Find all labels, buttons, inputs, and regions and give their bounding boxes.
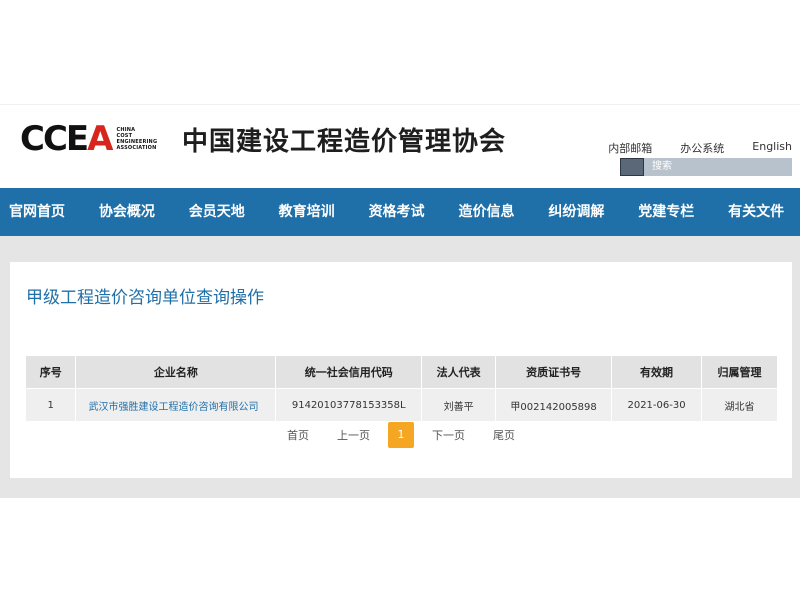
search-button[interactable] <box>620 158 644 176</box>
cell-index: 1 <box>26 388 77 421</box>
logo-mark: CCE A <box>20 119 113 159</box>
search-bar: 搜索 <box>620 158 792 176</box>
site-header: CCE A CHINA COST ENGINEERING ASSOCIATION … <box>0 104 800 189</box>
pager-prev[interactable]: 上一页 <box>337 427 370 443</box>
cell-valid-until: 2021-06-30 <box>611 388 702 421</box>
cell-credit-code: 91420103778153358L <box>275 388 423 421</box>
col-header-company: 企业名称 <box>75 356 277 389</box>
nav-item-members[interactable]: 会员天地 <box>180 188 261 236</box>
table-row: 1 武汉市强胜建设工程造价咨询有限公司 91420103778153358L 刘… <box>26 388 778 421</box>
search-input[interactable]: 搜索 <box>644 158 792 176</box>
logo-mark-text: CCE <box>20 119 89 159</box>
link-internal-mail[interactable]: 内部邮箱 <box>608 140 652 156</box>
link-english[interactable]: English <box>752 140 792 156</box>
col-header-cert-no: 资质证书号 <box>495 356 613 389</box>
nav-item-education[interactable]: 教育培训 <box>270 188 351 236</box>
nav-item-cost-info[interactable]: 造价信息 <box>449 188 530 236</box>
col-header-credit-code: 统一社会信用代码 <box>275 356 423 389</box>
pager-first[interactable]: 首页 <box>287 427 309 443</box>
pagination: 首页 上一页 1 下一页 尾页 <box>10 422 792 448</box>
company-link[interactable]: 武汉市强胜建设工程造价咨询有限公司 <box>75 388 277 421</box>
table-header-row: 序号 企业名称 统一社会信用代码 法人代表 资质证书号 有效期 归属管理 <box>26 356 778 389</box>
link-office-system[interactable]: 办公系统 <box>680 140 724 156</box>
col-header-valid-until: 有效期 <box>611 356 702 389</box>
logo-sub-line: ASSOCIATION <box>116 145 157 151</box>
site-title: 中国建设工程造价管理协会 <box>182 127 507 157</box>
nav-item-about[interactable]: 协会概况 <box>90 188 171 236</box>
content-card: 甲级工程造价咨询单位查询操作 序号 企业名称 统一社会信用代码 法人代表 资质证… <box>10 262 792 478</box>
content-band: 甲级工程造价咨询单位查询操作 序号 企业名称 统一社会信用代码 法人代表 资质证… <box>0 236 800 498</box>
nav-item-home[interactable]: 官网首页 <box>0 188 81 236</box>
logo-subtext: CHINA COST ENGINEERING ASSOCIATION <box>116 127 157 151</box>
col-header-region: 归属管理 <box>701 356 778 389</box>
page-title: 甲级工程造价咨询单位查询操作 <box>26 288 264 308</box>
cell-legal-rep: 刘善平 <box>421 388 497 421</box>
results-table: 序号 企业名称 统一社会信用代码 法人代表 资质证书号 有效期 归属管理 1 武… <box>26 356 778 421</box>
main-nav: 官网首页 协会概况 会员天地 教育培训 资格考试 造价信息 纠纷调解 党建专栏 … <box>0 188 800 236</box>
nav-item-party[interactable]: 党建专栏 <box>629 188 710 236</box>
pager-current-page[interactable]: 1 <box>388 422 414 448</box>
top-links: 内部邮箱 办公系统 English <box>580 140 792 156</box>
pager-next[interactable]: 下一页 <box>432 427 465 443</box>
pager-last[interactable]: 尾页 <box>493 427 515 443</box>
ccea-logo[interactable]: CCE A CHINA COST ENGINEERING ASSOCIATION <box>20 119 157 159</box>
nav-item-documents[interactable]: 有关文件 <box>719 188 800 236</box>
nav-item-mediation[interactable]: 纠纷调解 <box>539 188 620 236</box>
nav-item-exams[interactable]: 资格考试 <box>360 188 441 236</box>
cell-region: 湖北省 <box>701 388 778 421</box>
cell-cert-no: 甲002142005898 <box>495 388 613 421</box>
logo-mark-accent: A <box>87 119 113 159</box>
col-header-index: 序号 <box>26 356 77 389</box>
col-header-legal-rep: 法人代表 <box>421 356 497 389</box>
